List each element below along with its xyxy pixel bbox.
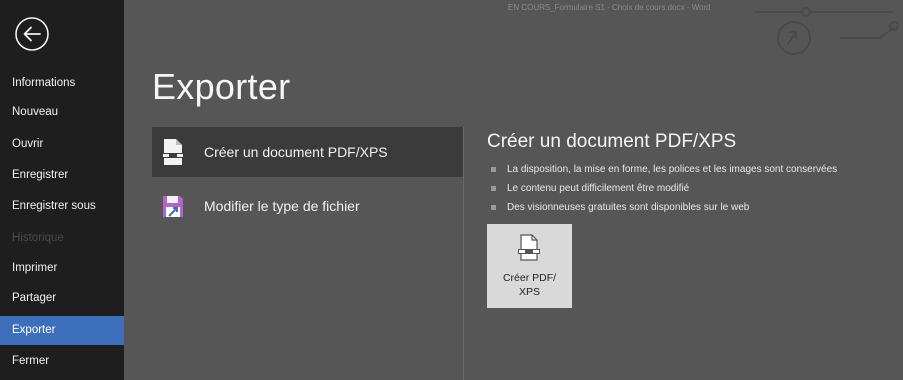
nav-item-fermer[interactable]: Fermer xyxy=(0,347,124,376)
pane-divider xyxy=(463,127,464,380)
bullet-square-icon xyxy=(491,186,496,191)
detail-title: Créer un document PDF/XPS xyxy=(487,131,737,152)
change-file-type-icon xyxy=(163,196,183,217)
nav-item-ouvrir[interactable]: Ouvrir xyxy=(0,130,124,159)
bullet-text: La disposition, la mise en forme, les po… xyxy=(507,164,838,175)
bullet-square-icon xyxy=(491,167,496,172)
option-change-file-type[interactable]: Modifier le type de fichier xyxy=(152,181,463,231)
back-button[interactable] xyxy=(14,16,50,52)
list-item: Des visionneuses gratuites sont disponib… xyxy=(491,198,837,217)
detail-bullet-list: La disposition, la mise en forme, les po… xyxy=(491,160,837,217)
nav-item-exporter[interactable]: Exporter xyxy=(0,316,124,345)
pdf-document-icon xyxy=(162,139,184,165)
button-label-line-1: Créer PDF/ xyxy=(502,272,557,284)
nav-item-enregistrer-sous[interactable]: Enregistrer sous xyxy=(0,192,124,221)
nav-item-partager[interactable]: Partager xyxy=(0,284,124,313)
create-pdf-xps-button[interactable]: Créer PDF/ XPS xyxy=(487,224,572,308)
nav-item-imprimer[interactable]: Imprimer xyxy=(0,254,124,283)
nav-item-nouveau[interactable]: Nouveau xyxy=(0,98,124,127)
pdf-document-icon xyxy=(518,234,540,261)
option-label: Modifier le type de fichier xyxy=(204,198,360,214)
create-pdf-xps-label: Créer PDF/ XPS xyxy=(487,271,572,299)
list-item: La disposition, la mise en forme, les po… xyxy=(491,160,837,179)
window-title: EN COURS_Formulaire S1 - Choix de cours.… xyxy=(508,3,711,12)
page-title: Exporter xyxy=(152,66,291,107)
back-arrow-circle-icon xyxy=(15,17,49,51)
button-label-line-2: XPS xyxy=(518,286,540,298)
nav-item-historique: Historique xyxy=(12,232,64,244)
bullet-square-icon xyxy=(491,205,496,210)
option-create-pdf-xps[interactable]: Créer un document PDF/XPS xyxy=(152,127,463,177)
nav-item-informations[interactable]: Informations xyxy=(0,69,124,98)
decorative-circuit-graphic xyxy=(754,7,899,55)
backstage-nav: Informations Nouveau Ouvrir Enregistrer … xyxy=(0,0,124,380)
bullet-text: Le contenu peut difficilement être modif… xyxy=(507,183,690,194)
nav-item-enregistrer[interactable]: Enregistrer xyxy=(0,161,124,190)
list-item: Le contenu peut difficilement être modif… xyxy=(491,179,837,198)
option-label: Créer un document PDF/XPS xyxy=(204,144,388,160)
bullet-text: Des visionneuses gratuites sont disponib… xyxy=(507,202,750,213)
